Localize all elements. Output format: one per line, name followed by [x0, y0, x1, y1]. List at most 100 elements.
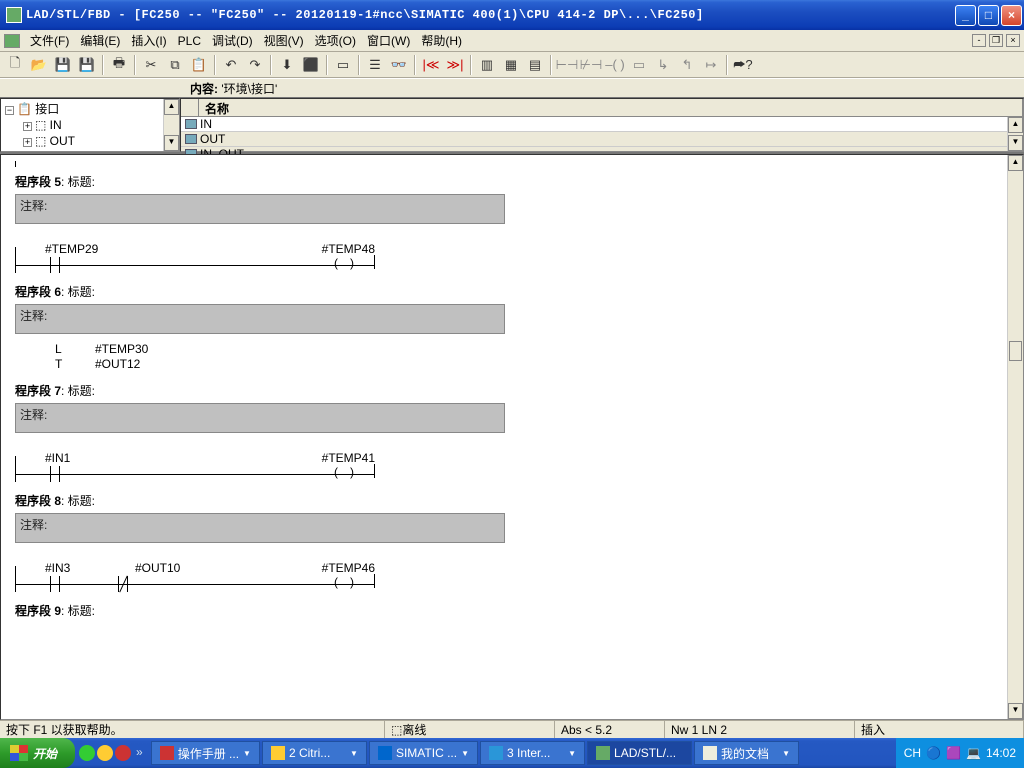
minimize-button[interactable]: _	[955, 5, 976, 26]
print-icon[interactable]: 🖶	[108, 54, 130, 76]
taskbar-task[interactable]: SIMATIC ...▼	[369, 741, 478, 765]
symboltable-icon[interactable]: ☰	[364, 54, 386, 76]
new-icon[interactable]: 🗋	[4, 54, 26, 76]
editor-scrollbar[interactable]: ▲ ▼	[1007, 155, 1023, 719]
catalog-icon[interactable]: ▤	[524, 54, 546, 76]
goto-end-icon[interactable]: ≫|	[444, 54, 466, 76]
close-button[interactable]: ×	[1001, 5, 1022, 26]
network-6[interactable]: 程序段 6: 标题: 注释: L#TEMP30 T#OUT12	[15, 283, 993, 372]
undo-icon[interactable]: ↶	[220, 54, 242, 76]
contact-nc-icon[interactable]: ⊬⊣	[580, 54, 602, 76]
network-7[interactable]: 程序段 7: 标题: 注释: #IN1#TEMP41	[15, 382, 993, 482]
app-menu-icon[interactable]	[4, 34, 20, 48]
menu-window[interactable]: 窗口(W)	[362, 30, 415, 51]
scroll-up-icon[interactable]: ▲	[1008, 117, 1023, 133]
network-5[interactable]: 程序段 5: 标题: 注释: #TEMP29#TEMP48	[15, 173, 993, 273]
no-contact[interactable]	[46, 265, 64, 266]
tree-node-in[interactable]: +⬚ IN	[3, 117, 161, 133]
mdi-minimize-button[interactable]: -	[972, 34, 986, 47]
menu-debug[interactable]: 调试(D)	[207, 30, 258, 51]
no-contact[interactable]	[46, 584, 64, 585]
box-icon[interactable]: ▭	[628, 54, 650, 76]
context-help-icon[interactable]: ⮫?	[732, 54, 754, 76]
list-row[interactable]: OUT	[181, 132, 1023, 147]
tray-icon[interactable]: 🔵	[926, 746, 941, 760]
mdi-restore-button[interactable]: ❐	[989, 34, 1003, 47]
menu-view[interactable]: 视图(V)	[259, 30, 309, 51]
tray-icon[interactable]: 🟪	[946, 746, 961, 760]
contact-label: #IN1	[45, 451, 115, 465]
menu-help[interactable]: 帮助(H)	[416, 30, 467, 51]
network-9[interactable]: 程序段 9: 标题:	[15, 602, 993, 619]
comment-box[interactable]: 注释:	[15, 194, 505, 224]
row-icon	[185, 134, 197, 144]
quicklaunch-icon[interactable]	[115, 745, 131, 761]
tree-node-out[interactable]: +⬚ OUT	[3, 133, 161, 149]
interface-list[interactable]: 名称 IN OUT IN_OUT ▲ ▼	[180, 98, 1024, 152]
contact-no-icon[interactable]: ⊢⊣	[556, 54, 578, 76]
interface-tree[interactable]: −📋 接口 +⬚ IN +⬚ OUT +⬚ IN_OUT ▲ ▼	[0, 98, 180, 152]
system-tray[interactable]: CH 🔵 🟪 💻 14:02	[896, 738, 1024, 768]
taskbar-task[interactable]: 操作手册 ...▼	[151, 741, 260, 765]
module-icon[interactable]: ▭	[332, 54, 354, 76]
menu-plc[interactable]: PLC	[173, 32, 206, 50]
menu-options[interactable]: 选项(O)	[310, 30, 361, 51]
detail-icon[interactable]: ▦	[500, 54, 522, 76]
list-row[interactable]: IN	[181, 117, 1023, 132]
tree-node-inout[interactable]: +⬚ IN_OUT	[3, 149, 161, 152]
menu-insert[interactable]: 插入(I)	[126, 30, 171, 51]
quicklaunch-overflow-icon[interactable]: »	[133, 745, 146, 761]
coil[interactable]	[334, 584, 354, 585]
overview-icon[interactable]: ▥	[476, 54, 498, 76]
scroll-down-icon[interactable]: ▼	[1008, 703, 1023, 719]
tray-icon[interactable]: 💻	[966, 746, 981, 760]
taskbar-task[interactable]: LAD/STL/...	[587, 741, 692, 765]
comment-box[interactable]: 注释:	[15, 304, 505, 334]
glasses-icon[interactable]: 👓	[388, 54, 410, 76]
coil-icon[interactable]: –( )	[604, 54, 626, 76]
scroll-up-icon[interactable]: ▲	[164, 99, 179, 115]
ladder-editor[interactable]: 程序段 5: 标题: 注释: #TEMP29#TEMP48	[0, 154, 1024, 720]
nc-contact[interactable]	[114, 584, 132, 585]
download-icon[interactable]: ⬇	[276, 54, 298, 76]
save-icon[interactable]: 💾	[76, 54, 98, 76]
paste-icon[interactable]: 📋	[188, 54, 210, 76]
start-button[interactable]: 开始	[0, 738, 75, 768]
cut-icon[interactable]: ✂	[140, 54, 162, 76]
copy-icon[interactable]: ⧉	[164, 54, 186, 76]
tree-node-root[interactable]: −📋 接口	[3, 101, 161, 117]
redo-icon[interactable]: ↷	[244, 54, 266, 76]
ime-indicator[interactable]: CH	[904, 746, 921, 760]
comment-box[interactable]: 注释:	[15, 403, 505, 433]
branch-close-icon[interactable]: ↰	[676, 54, 698, 76]
coil[interactable]	[334, 265, 354, 266]
stl-code[interactable]: L#TEMP30 T#OUT12	[55, 342, 993, 372]
clock[interactable]: 14:02	[986, 746, 1016, 760]
col-name[interactable]: 名称	[199, 99, 1023, 116]
scroll-thumb[interactable]	[1009, 341, 1022, 361]
save-source-icon[interactable]: 💾	[52, 54, 74, 76]
scroll-down-icon[interactable]: ▼	[1008, 135, 1023, 151]
no-contact[interactable]	[46, 474, 64, 475]
open-icon[interactable]: 📂	[28, 54, 50, 76]
menu-file[interactable]: 文件(F)	[25, 30, 74, 51]
quicklaunch-icon[interactable]	[97, 745, 113, 761]
network-8[interactable]: 程序段 8: 标题: 注释: #IN3#OUT10#TEMP46	[15, 492, 993, 592]
quicklaunch-icon[interactable]	[79, 745, 95, 761]
scroll-up-icon[interactable]: ▲	[1008, 155, 1023, 171]
taskbar-task[interactable]: 我的文档▼	[694, 741, 799, 765]
coil[interactable]	[334, 474, 354, 475]
comment-box[interactable]: 注释:	[15, 513, 505, 543]
scroll-down-icon[interactable]: ▼	[164, 135, 179, 151]
menu-edit[interactable]: 编辑(E)	[75, 30, 125, 51]
maximize-button[interactable]: □	[978, 5, 999, 26]
monitor-icon[interactable]: ⬛	[300, 54, 322, 76]
taskbar-task[interactable]: 2 Citri...▼	[262, 741, 367, 765]
branch-open-icon[interactable]: ↳	[652, 54, 674, 76]
mdi-close-button[interactable]: ×	[1006, 34, 1020, 47]
list-scrollbar[interactable]: ▲ ▼	[1007, 117, 1023, 151]
taskbar-task[interactable]: 3 Inter...▼	[480, 741, 585, 765]
tree-scrollbar[interactable]: ▲ ▼	[163, 99, 179, 151]
goto-start-icon[interactable]: |≪	[420, 54, 442, 76]
connector-icon[interactable]: ↦	[700, 54, 722, 76]
